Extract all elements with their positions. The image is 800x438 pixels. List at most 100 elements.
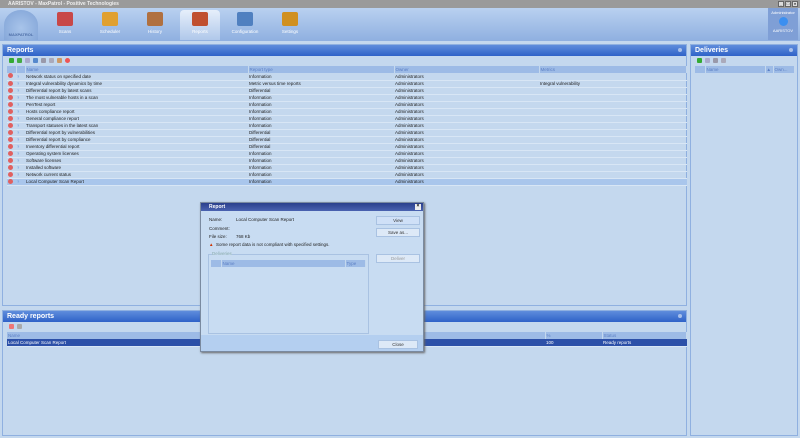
- col-status[interactable]: Status: [602, 332, 687, 339]
- table-row[interactable]: ? Operating system licenses Information Adm…: [7, 150, 687, 158]
- sort-column[interactable]: [7, 66, 17, 73]
- tab-scheduler[interactable]: Scheduler: [90, 10, 130, 40]
- cell: [539, 108, 687, 116]
- cell: Administrators: [394, 80, 539, 88]
- cell: Information: [248, 101, 394, 109]
- report-icon: [7, 157, 16, 165]
- col-name[interactable]: Name: [705, 66, 766, 73]
- table-row[interactable]: ? General compliance report Information Adm…: [7, 115, 687, 123]
- history-icon: [147, 12, 163, 26]
- open-icon[interactable]: [9, 324, 14, 329]
- table-row[interactable]: ? Installed software Information Administra…: [7, 164, 687, 172]
- pin-icon[interactable]: [678, 314, 682, 318]
- tab-configuration[interactable]: Configuration: [225, 10, 265, 40]
- admin-user[interactable]: Administrator AARISTOV: [768, 8, 798, 40]
- delete-icon[interactable]: [41, 58, 46, 63]
- tab-reports[interactable]: Reports: [180, 10, 220, 40]
- cell: Administrators: [394, 101, 539, 109]
- table-row[interactable]: ? Inventory differential report Differenti…: [7, 143, 687, 151]
- report-icon: [7, 94, 16, 102]
- cell: Metric versus time reports: [248, 80, 394, 88]
- table-row[interactable]: ? Differential report by compliance Differ…: [7, 136, 687, 144]
- add-icon[interactable]: [9, 58, 14, 63]
- deliver-button[interactable]: Deliver: [376, 254, 420, 263]
- help-icon: ?: [16, 94, 25, 102]
- close-window-button[interactable]: ×: [792, 1, 798, 7]
- tab-scans[interactable]: Scans: [45, 10, 85, 40]
- col-report-type[interactable]: Report type: [248, 66, 395, 73]
- run-icon[interactable]: [49, 58, 54, 63]
- table-row[interactable]: ? Local Computer Scan Report Information Ad…: [7, 178, 687, 186]
- table-row[interactable]: ? Transport statuses in the latest scan In…: [7, 122, 687, 130]
- report-icon: [7, 171, 16, 179]
- cell: Administrators: [394, 129, 539, 137]
- col-owner[interactable]: Owner: [394, 66, 540, 73]
- table-row[interactable]: ? Differential report by vulnerabilities D…: [7, 129, 687, 137]
- edit-icon[interactable]: [25, 58, 30, 63]
- delete-icon[interactable]: [17, 324, 22, 329]
- table-row[interactable]: ? Differential report by latest scans Diff…: [7, 87, 687, 95]
- close-icon[interactable]: ×: [415, 204, 421, 210]
- help-icon: ?: [16, 136, 25, 144]
- help-icon: ?: [16, 108, 25, 116]
- cell: Hosts compliance report: [25, 108, 248, 116]
- col-owner[interactable]: Own...: [773, 66, 795, 73]
- edit-icon[interactable]: [705, 58, 710, 63]
- minimize-button[interactable]: _: [778, 1, 784, 7]
- col-type[interactable]: Type: [345, 260, 366, 267]
- view-button[interactable]: View: [376, 216, 420, 225]
- warning-icon: ▲: [209, 242, 214, 247]
- cell: Differential report by latest scans: [25, 87, 248, 95]
- cell-status: Ready reports: [602, 339, 687, 347]
- cell: Differential: [248, 143, 394, 151]
- cell: Differential: [248, 87, 394, 95]
- cell: Administrators: [394, 150, 539, 158]
- users-icon[interactable]: [33, 58, 38, 63]
- table-row[interactable]: ? Integral vulnerability dynamics by time…: [7, 80, 687, 88]
- cell: Administrators: [394, 87, 539, 95]
- report-icon: [7, 87, 16, 95]
- cell: Inventory differential report: [25, 143, 248, 151]
- maximize-button[interactable]: □: [785, 1, 791, 7]
- add-icon[interactable]: [697, 58, 702, 63]
- deliveries-label: Deliveries: [212, 251, 232, 256]
- save-as-button[interactable]: Save as...: [376, 228, 420, 237]
- copy-icon[interactable]: [721, 58, 726, 63]
- table-row[interactable]: ? The most vulnerable hosts in a scan Info…: [7, 94, 687, 102]
- cell: Differential report by compliance: [25, 136, 248, 144]
- cell: Integral vulnerability dynamics by time: [25, 80, 248, 88]
- close-button[interactable]: Close: [378, 340, 418, 349]
- table-row[interactable]: ? Network current status Information Admini…: [7, 171, 687, 179]
- tab-label: Reports: [192, 29, 208, 34]
- tab-history[interactable]: History: [135, 10, 175, 40]
- stop-icon[interactable]: [65, 58, 70, 63]
- table-row[interactable]: ? Hosts compliance report Information Admin…: [7, 108, 687, 116]
- table-row[interactable]: ? Network status on specified date Informa…: [7, 73, 687, 81]
- col-metrics[interactable]: Metrics: [539, 66, 687, 73]
- report-icon: [7, 122, 16, 130]
- col-name[interactable]: Name: [221, 260, 346, 267]
- cell: Information: [248, 178, 394, 186]
- copy-icon[interactable]: [17, 58, 22, 63]
- pin-icon[interactable]: [678, 48, 682, 52]
- report-icon: [7, 178, 16, 186]
- window-title: AARISTOV - MaxPatrol - Positive Technolo…: [8, 1, 119, 7]
- table-row[interactable]: ? PenTest report Information Administrators: [7, 101, 687, 109]
- tab-label: History: [147, 29, 162, 34]
- pin-icon[interactable]: [789, 48, 793, 52]
- cell: [539, 129, 687, 137]
- cell: Information: [248, 164, 394, 172]
- col-percent[interactable]: %: [545, 332, 603, 339]
- table-row[interactable]: ? Software licenses Information Administrat…: [7, 157, 687, 165]
- size-value: 768 Kb: [236, 234, 251, 239]
- cell: Administrators: [394, 73, 539, 81]
- sort-icon[interactable]: ▲: [765, 66, 774, 73]
- cell: [539, 87, 687, 95]
- report-icon: [7, 129, 16, 137]
- help-icon: ?: [16, 115, 25, 123]
- tab-label: Settings: [281, 29, 299, 34]
- delete-icon[interactable]: [713, 58, 718, 63]
- col-name[interactable]: Name: [25, 66, 249, 73]
- export-icon[interactable]: [57, 58, 62, 63]
- tab-settings[interactable]: Settings: [270, 10, 310, 40]
